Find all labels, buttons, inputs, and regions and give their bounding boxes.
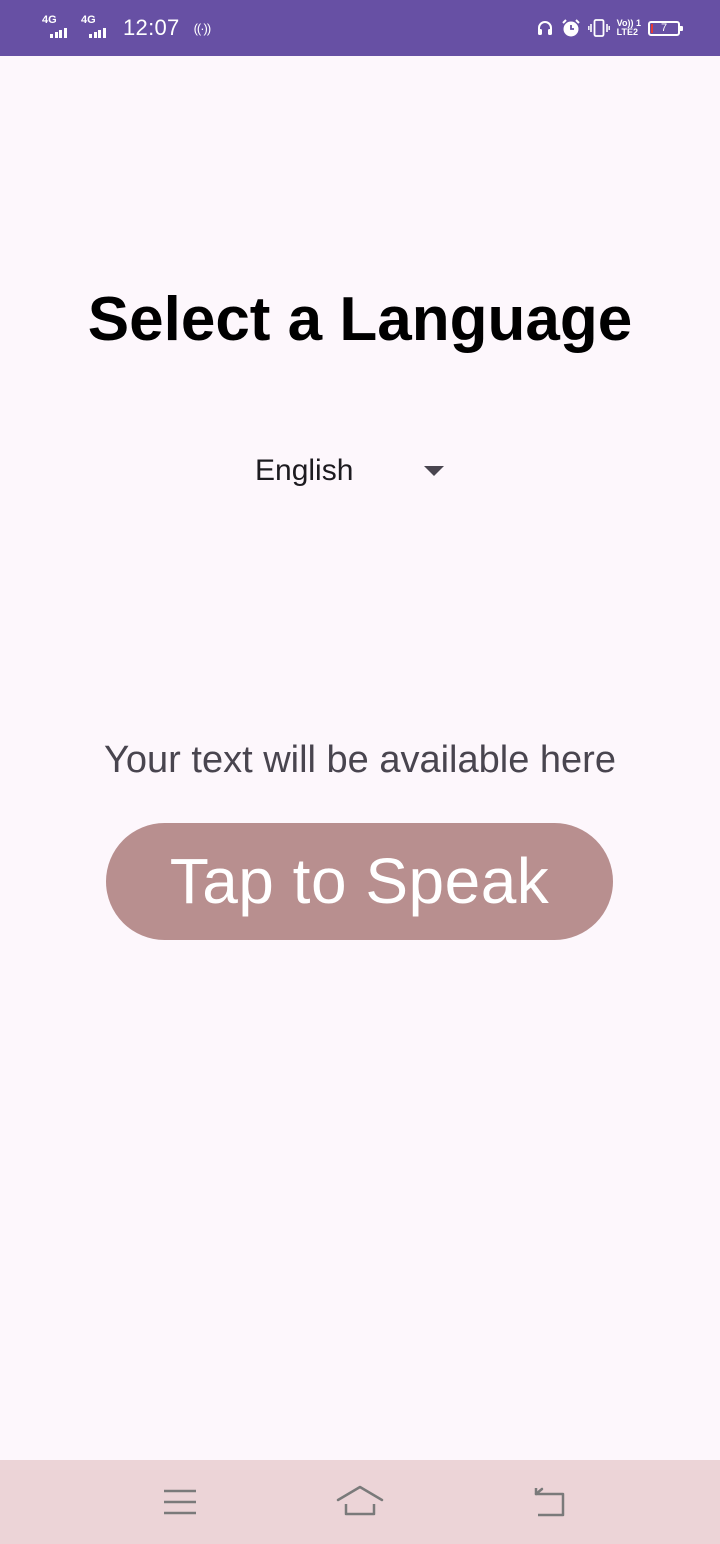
signal-bars-icon xyxy=(89,28,107,38)
language-dropdown-value: English xyxy=(255,454,354,487)
battery-icon: 7 xyxy=(648,20,683,36)
menu-icon xyxy=(164,1489,196,1515)
status-bar-left: 4G 4G 12:07 ((·)) xyxy=(42,0,212,56)
headphones-icon xyxy=(537,21,552,35)
hotspot-icon: ((·)) xyxy=(193,20,212,36)
nav-back-button[interactable] xyxy=(519,1474,579,1530)
tap-to-speak-button[interactable]: Tap to Speak xyxy=(106,823,613,940)
result-text: Your text will be available here xyxy=(104,739,616,781)
status-bar: 4G 4G 12:07 ((·)) Vo)) 1 LTE2 7 xyxy=(0,0,720,56)
home-icon xyxy=(336,1485,384,1516)
alarm-icon xyxy=(561,19,580,37)
page-title: Select a Language xyxy=(87,285,633,354)
language-dropdown[interactable]: English xyxy=(250,447,460,495)
volte-icon: Vo)) 1 LTE2 xyxy=(617,19,641,37)
battery-fill xyxy=(651,23,653,33)
dropdown-arrow-icon xyxy=(424,466,444,476)
clock: 12:07 xyxy=(123,15,180,40)
network-1-label: 4G xyxy=(42,14,57,26)
back-icon xyxy=(534,1487,565,1517)
network-2: 4G xyxy=(81,14,113,40)
navigation-bar xyxy=(0,1460,720,1544)
nav-menu-button[interactable] xyxy=(150,1474,210,1530)
network-2-label: 4G xyxy=(81,14,96,26)
nav-home-button[interactable] xyxy=(330,1474,390,1530)
signal-bars-icon xyxy=(50,28,68,38)
vibrate-icon xyxy=(587,19,610,37)
volte-line-2: LTE2 xyxy=(616,27,638,37)
status-bar-right: Vo)) 1 LTE2 7 xyxy=(529,0,683,56)
battery-level: 7 xyxy=(660,21,668,34)
network-1: 4G xyxy=(42,14,74,40)
